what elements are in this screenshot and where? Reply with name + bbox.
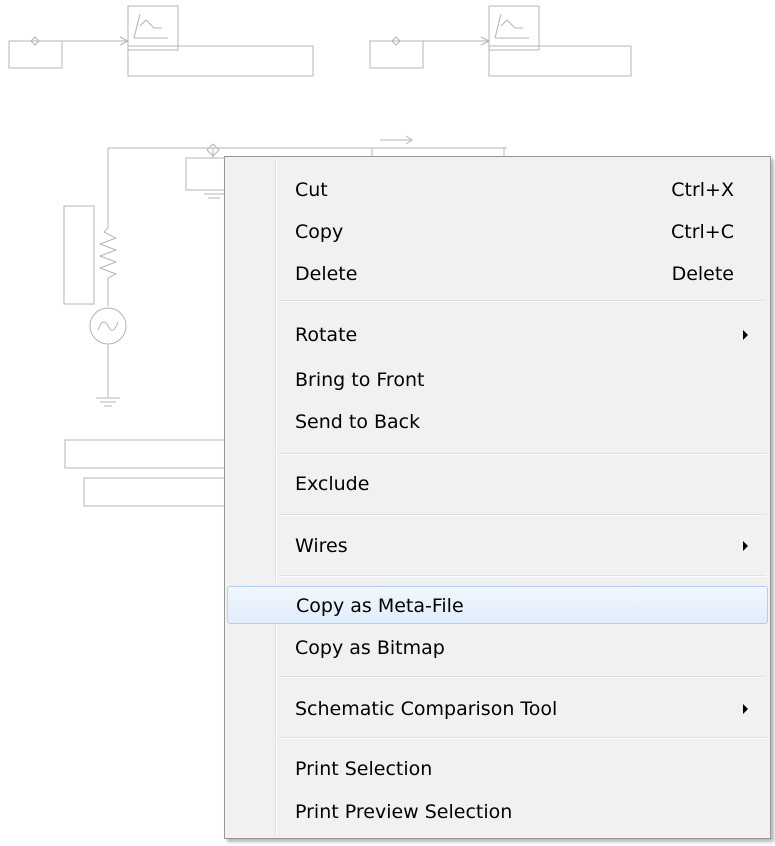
source-block-left[interactable] [9, 37, 128, 68]
menu-item-label: Delete [295, 263, 358, 285]
shortcut-label: Ctrl+X [671, 179, 734, 201]
menu-item-send-to-back[interactable]: Send to Back [227, 403, 768, 441]
menu-item-cut[interactable]: Cut Ctrl+X [227, 171, 768, 209]
menu-separator [279, 514, 766, 516]
menu-item-wires[interactable]: Wires [227, 527, 768, 565]
submenu-arrow-icon [743, 704, 748, 714]
menu-item-bring-to-front[interactable]: Bring to Front [227, 361, 768, 399]
menu-item-label: Schematic Comparison Tool [295, 698, 558, 720]
submenu-arrow-icon [743, 330, 748, 340]
submenu-arrow-icon [743, 541, 748, 551]
ground-symbol [96, 398, 120, 406]
menu-item-print-selection[interactable]: Print Selection [227, 750, 768, 788]
scope-block-right[interactable] [489, 6, 631, 76]
menu-item-label: Send to Back [295, 411, 421, 433]
menu-item-exclude[interactable]: Exclude [227, 465, 768, 503]
ac-source-component[interactable] [90, 308, 126, 398]
menu-item-label: Bring to Front [295, 369, 425, 391]
menu-item-label: Cut [295, 179, 328, 201]
menu-separator [279, 575, 766, 577]
menu-item-copy[interactable]: Copy Ctrl+C [227, 213, 768, 251]
menu-separator [279, 737, 766, 739]
menu-item-print-preview-selection[interactable]: Print Preview Selection [227, 793, 768, 831]
menu-item-label: Rotate [295, 324, 358, 346]
context-menu: Cut Ctrl+X Copy Ctrl+C Delete Delete Rot… [224, 156, 771, 839]
source-block-right[interactable] [370, 37, 489, 68]
shortcut-label: Delete [671, 263, 734, 285]
menu-item-label: Print Preview Selection [295, 801, 513, 823]
menu-item-delete[interactable]: Delete Delete [227, 255, 768, 293]
menu-item-label: Copy [295, 221, 344, 243]
probe-component[interactable] [186, 144, 226, 198]
menu-item-schematic-comparison-tool[interactable]: Schematic Comparison Tool [227, 690, 768, 728]
menu-item-label: Print Selection [295, 758, 433, 780]
scope-block-left[interactable] [128, 6, 313, 76]
menu-separator [279, 300, 766, 302]
shortcut-label: Ctrl+C [671, 221, 734, 243]
menu-item-label: Wires [295, 535, 348, 557]
menu-item-label: Copy as Meta-File [296, 595, 464, 617]
menu-item-label: Exclude [295, 473, 370, 495]
menu-item-rotate[interactable]: Rotate [227, 316, 768, 354]
menu-item-copy-as-metafile[interactable]: Copy as Meta-File [227, 586, 768, 624]
menu-item-copy-as-bitmap[interactable]: Copy as Bitmap [227, 629, 768, 667]
menu-item-label: Copy as Bitmap [295, 637, 445, 659]
menu-separator [279, 453, 766, 455]
menu-separator [279, 676, 766, 678]
